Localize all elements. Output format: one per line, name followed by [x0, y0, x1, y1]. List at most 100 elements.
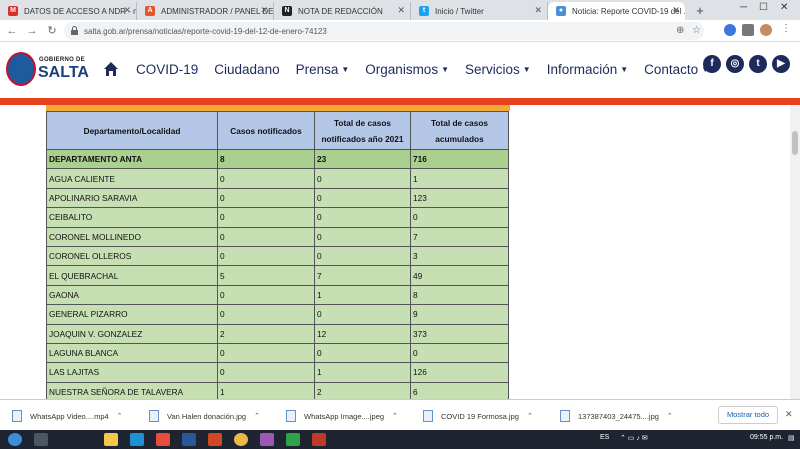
- tray-icons[interactable]: ⌃ ▭ ♪ ✉: [620, 434, 648, 442]
- back-icon[interactable]: ←: [4, 25, 20, 37]
- nav-item-label: Servicios: [465, 61, 520, 77]
- nav-item-organismos[interactable]: Organismos ▼: [365, 62, 449, 77]
- chrome-icon[interactable]: [234, 433, 248, 446]
- gmail-icon: M: [8, 6, 18, 16]
- profile-avatar[interactable]: [760, 24, 772, 36]
- start-icon[interactable]: [8, 433, 22, 446]
- tab-title: DATOS DE ACCESO A NDR - n...: [24, 6, 137, 16]
- instagram-icon[interactable]: ◎: [726, 55, 744, 73]
- media-icon[interactable]: [156, 433, 170, 446]
- case-count-cell: 0: [410, 342, 509, 364]
- zoom-icon[interactable]: ⊕: [676, 25, 684, 36]
- locality-row: LAS LAJITAS 0 1 126: [46, 362, 509, 383]
- scrollbar-thumb[interactable]: [792, 131, 798, 155]
- browser-tab[interactable]: M DATOS DE ACCESO A NDR - n... ✕: [0, 2, 137, 20]
- download-filename: 137387403_24475....jpg: [578, 411, 659, 421]
- tab-title: Inicio / Twitter: [435, 6, 484, 16]
- nav-item-informaci-n[interactable]: Información ▼: [547, 62, 628, 77]
- puzzle-icon[interactable]: [742, 24, 754, 36]
- caret-down-icon: ▼: [620, 64, 629, 74]
- download-item[interactable]: Van Halen donación.jpg ⌃: [149, 406, 260, 426]
- photos-icon[interactable]: [312, 433, 326, 446]
- task-view-icon[interactable]: [34, 433, 48, 446]
- address-bar[interactable]: salta.gob.ar/prensa/noticias/reporte-cov…: [64, 22, 704, 40]
- nav-item-contacto[interactable]: Contacto▼: [644, 62, 709, 77]
- home-icon[interactable]: [102, 60, 120, 78]
- close-tab-icon[interactable]: ✕: [123, 5, 131, 16]
- menu-dots-icon[interactable]: ⋮: [780, 24, 792, 36]
- browser-tab-strip: M DATOS DE ACCESO A NDR - n... ✕ A ADMINI…: [0, 0, 800, 20]
- locality-name-cell: GENERAL PIZARRO: [46, 304, 218, 325]
- article-content: Departamento/Localidad Casos notificados T…: [0, 105, 790, 399]
- close-tab-icon[interactable]: ✕: [260, 5, 268, 16]
- close-tab-icon[interactable]: ✕: [534, 5, 542, 16]
- tab-title: Noticia: Reporte COVID-19 del ...: [572, 6, 685, 16]
- nav-item-ciudadano[interactable]: Ciudadano: [214, 62, 279, 77]
- gobierno-salta-logo[interactable]: GOBIERNO DE SALTA: [6, 52, 89, 88]
- header-accent-bar: [0, 98, 800, 105]
- file-icon: [12, 410, 22, 422]
- nav-item-label: Organismos: [365, 61, 439, 77]
- minimize-icon[interactable]: ─: [740, 2, 747, 13]
- twitter-icon[interactable]: t: [749, 55, 767, 73]
- windows-taskbar: ES ⌃ ▭ ♪ ✉ 09:55 p.m. ▤: [0, 430, 800, 449]
- powerpoint-icon[interactable]: [208, 433, 222, 446]
- caret-down-icon: ▼: [441, 64, 449, 74]
- download-item[interactable]: WhatsApp Video....mp4 ⌃: [12, 406, 123, 426]
- case-count-cell: 0: [217, 304, 315, 325]
- show-all-downloads-button[interactable]: Mostrar todo: [718, 406, 778, 424]
- download-item[interactable]: WhatsApp Image....jpeg ⌃: [286, 406, 398, 426]
- whatsapp-icon[interactable]: [286, 433, 300, 446]
- case-count-cell: 1: [410, 168, 509, 189]
- new-tab-button[interactable]: +: [691, 2, 709, 20]
- clock[interactable]: 09:55 p.m.: [750, 434, 783, 441]
- forward-icon[interactable]: →: [24, 25, 40, 37]
- nav-item-label: Contacto: [644, 61, 699, 77]
- case-count-cell: 12: [314, 323, 411, 344]
- locality-name-cell: CEIBALITO: [46, 207, 218, 228]
- word-icon[interactable]: [182, 433, 196, 446]
- case-count-cell: 0: [314, 245, 411, 267]
- nav-item-servicios[interactable]: Servicios ▼: [465, 62, 531, 77]
- caret-down-icon: ▼: [341, 64, 350, 74]
- input-language[interactable]: ES: [600, 434, 609, 441]
- chevron-up-icon[interactable]: ⌃: [392, 412, 398, 420]
- chevron-up-icon[interactable]: ⌃: [527, 412, 533, 420]
- nav-item-covid-19[interactable]: COVID-19: [136, 62, 198, 77]
- extension-icon[interactable]: [724, 24, 736, 36]
- page-scrollbar[interactable]: [790, 105, 800, 399]
- notifications-icon[interactable]: ▤: [788, 434, 795, 442]
- chevron-up-icon[interactable]: ⌃: [117, 412, 123, 420]
- close-downloads-icon[interactable]: ✕: [785, 409, 793, 420]
- download-item[interactable]: 137387403_24475....jpg ⌃: [560, 406, 673, 426]
- close-window-icon[interactable]: ✕: [780, 2, 788, 13]
- app-icon[interactable]: [260, 433, 274, 446]
- chevron-up-icon[interactable]: ⌃: [667, 412, 673, 420]
- case-count-cell: 123: [410, 187, 509, 209]
- youtube-icon[interactable]: ▶: [772, 55, 790, 73]
- locality-name-cell: APOLINARIO SARAVIA: [46, 187, 218, 209]
- locality-row: APOLINARIO SARAVIA 0 0 123: [46, 187, 509, 209]
- close-tab-icon[interactable]: ✕: [397, 5, 405, 16]
- locality-row: CEIBALITO 0 0 0: [46, 207, 509, 228]
- globe-icon: ●: [556, 6, 566, 16]
- file-explorer-icon[interactable]: [104, 433, 118, 446]
- browser-tab[interactable]: N NOTA DE REDACCIÓN ✕: [274, 2, 411, 20]
- download-filename: Van Halen donación.jpg: [167, 411, 247, 421]
- browser-tab[interactable]: ● Noticia: Reporte COVID-19 del ... ✕: [548, 2, 685, 20]
- nav-item-label: Información: [546, 61, 618, 77]
- edge-icon[interactable]: [130, 433, 144, 446]
- chevron-up-icon[interactable]: ⌃: [254, 412, 260, 420]
- reload-icon[interactable]: ↻: [44, 24, 60, 37]
- facebook-icon[interactable]: f: [703, 55, 721, 73]
- browser-tab[interactable]: A ADMINISTRADOR / PANEL DE ... ✕: [137, 2, 274, 20]
- download-item[interactable]: COVID 19 Formosa.jpg ⌃: [423, 406, 533, 426]
- bookmark-star-icon[interactable]: ☆: [692, 25, 701, 36]
- maximize-icon[interactable]: ☐: [759, 2, 768, 13]
- case-count-cell: 5: [217, 265, 315, 286]
- locality-name-cell: AGUA CALIENTE: [46, 168, 218, 189]
- nav-item-prensa[interactable]: Prensa ▼: [296, 62, 350, 77]
- browser-tab[interactable]: t Inicio / Twitter ✕: [411, 2, 548, 20]
- case-count-cell: 3: [410, 245, 509, 267]
- close-tab-icon[interactable]: ✕: [672, 5, 680, 16]
